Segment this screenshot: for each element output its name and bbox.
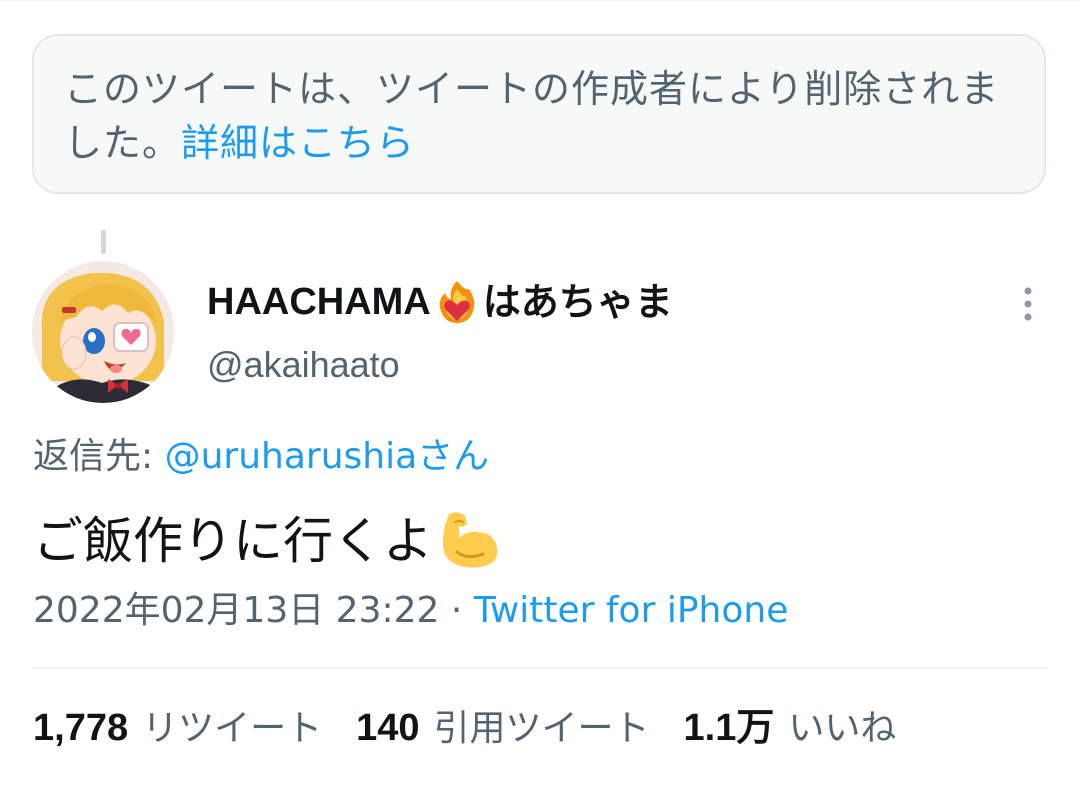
author-handle[interactable]: @akaihaato <box>207 342 400 388</box>
meta-divider <box>32 667 1048 669</box>
meta-separator: · <box>439 590 474 631</box>
author-name-japanese: はあちゃま <box>482 280 673 324</box>
retweets-count: 1,778 <box>33 707 129 749</box>
reply-prefix: 返信先: <box>33 436 165 477</box>
author-display-name[interactable]: HAACHAMA はあちゃま <box>207 277 673 327</box>
quotes-count: 140 <box>356 707 420 749</box>
avatar-image <box>32 261 174 403</box>
likes-label: いいね <box>788 708 897 749</box>
tweet-body: ご飯作りに行くよ <box>33 508 503 574</box>
quotes-stat[interactable]: 140 引用ツイート <box>356 704 649 753</box>
tweet-text: ご飯作りに行くよ <box>33 512 433 570</box>
flexed-biceps-icon <box>437 508 503 574</box>
tweet-metadata: 2022年02月13日 23:22 · Twitter for iPhone <box>33 588 788 634</box>
more-vertical-icon <box>1024 287 1032 321</box>
tweet-timestamp[interactable]: 2022年02月13日 23:22 <box>33 590 439 631</box>
retweets-stat[interactable]: 1,778 リツイート <box>33 704 322 753</box>
tweet-stats: 1,778 リツイート 140 引用ツイート 1.1万 いいね <box>33 704 930 753</box>
reply-mention-link[interactable]: @uruharushiaさん <box>165 436 490 477</box>
learn-more-link[interactable]: 詳細はこちら <box>181 121 415 165</box>
more-options-button[interactable] <box>1008 280 1048 328</box>
likes-stat[interactable]: 1.1万 いいね <box>684 704 897 753</box>
avatar[interactable] <box>32 261 174 403</box>
tweet-source-link[interactable]: Twitter for iPhone <box>474 590 789 631</box>
top-divider <box>0 0 1080 1</box>
author-name-latin: HAACHAMA <box>207 281 431 323</box>
thread-connector-line <box>101 230 106 254</box>
likes-count: 1.1万 <box>683 707 775 749</box>
quotes-label: 引用ツイート <box>433 708 650 749</box>
deleted-tweet-notice: このツイートは、ツイートの作成者により削除されました。詳細はこちら <box>32 34 1046 194</box>
retweets-label: リツイート <box>142 708 323 749</box>
reply-context: 返信先: @uruharushiaさん <box>33 432 489 482</box>
fire-heart-icon <box>435 279 479 325</box>
